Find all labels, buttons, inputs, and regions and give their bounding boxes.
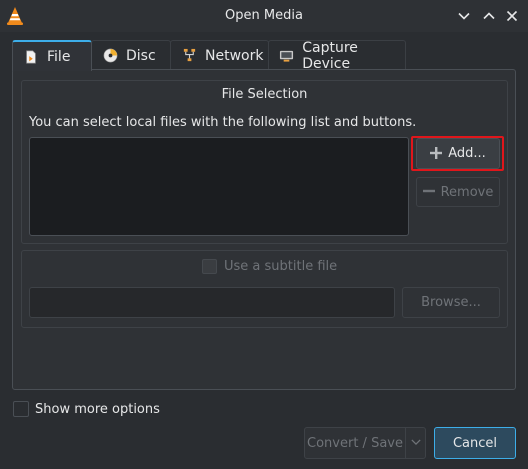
file-selection-title: File Selection [221, 87, 308, 102]
window-title: Open Media [225, 8, 303, 23]
use-subtitle-checkbox[interactable]: Use a subtitle file [202, 259, 337, 274]
show-more-options[interactable]: Show more options [13, 401, 160, 417]
file-tab-panel: File Selection You can select local file… [12, 69, 516, 390]
remove-button[interactable]: Remove [416, 177, 500, 207]
cancel-button[interactable]: Cancel [434, 427, 516, 459]
tab-file-label: File [47, 48, 71, 65]
tab-file[interactable]: File [12, 40, 92, 71]
network-icon [181, 48, 197, 64]
capture-device-icon [279, 48, 294, 64]
remove-button-label: Remove [440, 184, 494, 200]
browse-button-label: Browse... [421, 295, 481, 310]
plus-icon [430, 145, 443, 163]
tab-network[interactable]: Network [170, 40, 269, 70]
file-list[interactable] [29, 137, 409, 236]
tab-capture-device[interactable]: Capture Device [268, 39, 406, 72]
file-selection-group: File Selection You can select local file… [21, 80, 508, 244]
add-button-label: Add... [448, 146, 486, 161]
convert-dropdown-button[interactable] [405, 427, 426, 459]
chevron-down-icon [410, 436, 421, 451]
tab-network-label: Network [205, 47, 264, 64]
subtitle-checkbox-box[interactable] [202, 259, 217, 274]
browse-button[interactable]: Browse... [402, 287, 500, 318]
chevron-down-icon[interactable] [454, 6, 474, 26]
minus-icon [422, 183, 435, 201]
use-subtitle-label: Use a subtitle file [224, 259, 338, 274]
convert-save-label: Convert / Save [307, 435, 403, 451]
subtitle-file-input[interactable] [29, 287, 395, 318]
tab-capture-device-label: Capture Device [302, 39, 358, 72]
disc-icon [102, 48, 118, 64]
file-icon [23, 49, 39, 65]
show-more-options-label: Show more options [35, 401, 160, 417]
tab-disc-label: Disc [126, 47, 156, 64]
file-selection-hint: You can select local files with the foll… [29, 115, 417, 130]
tab-disc[interactable]: Disc [91, 40, 171, 70]
convert-save-button[interactable]: Convert / Save [304, 427, 406, 459]
add-button[interactable]: Add... [416, 138, 500, 169]
show-more-options-checkbox[interactable] [13, 401, 29, 417]
title-bar: Open Media [0, 0, 528, 32]
close-icon[interactable] [502, 6, 522, 26]
chevron-up-icon[interactable] [479, 6, 499, 26]
cancel-button-label: Cancel [452, 435, 498, 451]
subtitle-group: Use a subtitle file Browse... [21, 250, 508, 328]
